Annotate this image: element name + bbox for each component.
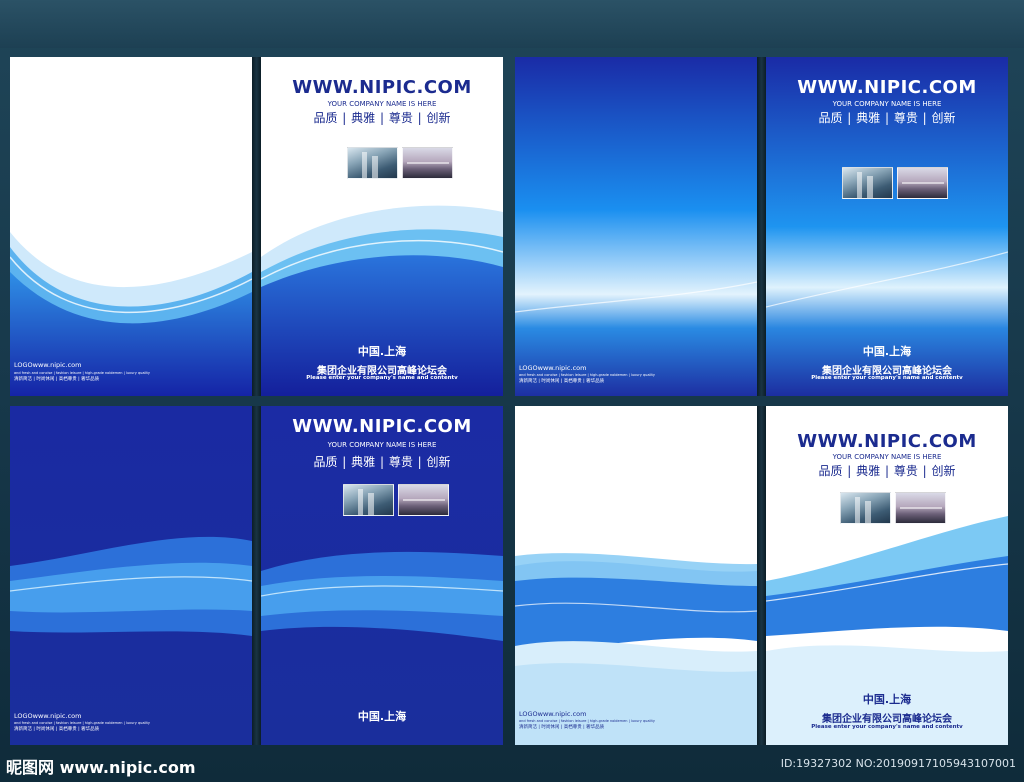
brochure-3-back-cover: LOGOwww.nipic.com and fresh and concise …	[10, 406, 252, 745]
wave-art	[10, 57, 252, 396]
spine	[757, 57, 766, 396]
building-photo-icon	[842, 167, 893, 199]
spine	[757, 406, 766, 745]
brand-url: WWW.NIPIC.COM	[292, 416, 472, 437]
brand-url: WWW.NIPIC.COM	[797, 77, 977, 98]
image-id: ID:19327302 NO:20190917105943107001	[780, 757, 1016, 770]
back-tagline-cn: 清新简洁 | 时尚休闲 | 高档尊贵 | 奢华品质	[519, 725, 605, 730]
brand-url: WWW.NIPIC.COM	[292, 77, 472, 98]
wave-art	[10, 406, 252, 745]
building-photo-icon	[347, 147, 398, 179]
brochure-3-front-cover: WWW.NIPIC.COM YOUR COMPANY NAME IS HERE …	[261, 406, 503, 745]
cover-city: 中国.上海	[862, 693, 912, 706]
brochure-1[interactable]: LOGOwww.nipic.com and fresh and concise …	[10, 57, 505, 396]
brochure-2[interactable]: LOGOwww.nipic.com and fresh and concise …	[515, 57, 1010, 396]
brochure-1-back-cover: LOGOwww.nipic.com and fresh and concise …	[10, 57, 252, 396]
bridge-photo-icon	[897, 167, 948, 199]
building-photo-icon	[840, 492, 891, 524]
back-tagline-en: and fresh and concise | fashion leisure …	[519, 719, 655, 723]
brochure-1-front-cover: WWW.NIPIC.COM YOUR COMPANY NAME IS HERE …	[261, 57, 503, 396]
wave-art	[515, 57, 757, 396]
bridge-photo-icon	[398, 484, 449, 516]
cover-city: 中国.上海	[862, 345, 912, 358]
wave-art	[515, 406, 757, 745]
photo-strip	[343, 484, 449, 516]
slogan: 品质 | 典雅 | 尊贵 | 创新	[818, 111, 956, 125]
back-tagline-cn: 清新简洁 | 时尚休闲 | 高档尊贵 | 奢华品质	[519, 379, 605, 384]
back-logo: LOGOwww.nipic.com	[14, 712, 82, 720]
cover-subtitle: Please enter your company's name and con…	[811, 724, 963, 730]
company-name: YOUR COMPANY NAME IS HERE	[327, 441, 437, 449]
brochure-4-front-cover: WWW.NIPIC.COM YOUR COMPANY NAME IS HERE …	[766, 406, 1008, 745]
brand-url: WWW.NIPIC.COM	[797, 431, 977, 452]
back-logo: LOGOwww.nipic.com	[14, 361, 82, 369]
slogan: 品质 | 典雅 | 尊贵 | 创新	[313, 111, 451, 125]
bridge-photo-icon	[895, 492, 946, 524]
brochure-3[interactable]: LOGOwww.nipic.com and fresh and concise …	[10, 406, 505, 745]
brochure-2-back-cover: LOGOwww.nipic.com and fresh and concise …	[515, 57, 757, 396]
cover-city: 中国.上海	[357, 710, 407, 723]
cover-city: 中国.上海	[357, 345, 407, 358]
bridge-photo-icon	[402, 147, 453, 179]
back-tagline-en: and fresh and concise | fashion leisure …	[14, 721, 150, 725]
back-tagline-cn: 清新简洁 | 时尚休闲 | 高档尊贵 | 奢华品质	[14, 727, 100, 732]
photo-strip	[347, 147, 453, 179]
slogan: 品质 | 典雅 | 尊贵 | 创新	[313, 455, 451, 469]
photo-strip	[842, 167, 948, 199]
back-logo: LOGOwww.nipic.com	[519, 364, 587, 372]
building-photo-icon	[343, 484, 394, 516]
back-logo: LOGOwww.nipic.com	[519, 710, 587, 718]
spine	[252, 406, 261, 745]
spine	[252, 57, 261, 396]
company-name: YOUR COMPANY NAME IS HERE	[832, 100, 942, 108]
brochure-4-back-cover: LOGOwww.nipic.com and fresh and concise …	[515, 406, 757, 745]
top-band	[0, 0, 1024, 48]
watermark-logo: 昵图网 www.nipic.com	[6, 758, 196, 777]
photo-strip	[840, 492, 946, 524]
back-tagline-en: and fresh and concise | fashion leisure …	[14, 371, 150, 375]
cover-conference: 集团企业有限公司高峰论坛会	[822, 714, 952, 725]
company-name: YOUR COMPANY NAME IS HERE	[327, 100, 437, 108]
back-tagline-cn: 清新简洁 | 时尚休闲 | 高档尊贵 | 奢华品质	[14, 377, 100, 382]
company-name: YOUR COMPANY NAME IS HERE	[832, 453, 942, 461]
back-tagline-en: and fresh and concise | fashion leisure …	[519, 373, 655, 377]
brochure-4[interactable]: LOGOwww.nipic.com and fresh and concise …	[515, 406, 1010, 745]
brochure-2-front-cover: WWW.NIPIC.COM YOUR COMPANY NAME IS HERE …	[766, 57, 1008, 396]
slogan: 品质 | 典雅 | 尊贵 | 创新	[818, 464, 956, 478]
cover-subtitle: Please enter your company's name and con…	[811, 375, 963, 381]
cover-subtitle: Please enter your company's name and con…	[306, 375, 458, 381]
